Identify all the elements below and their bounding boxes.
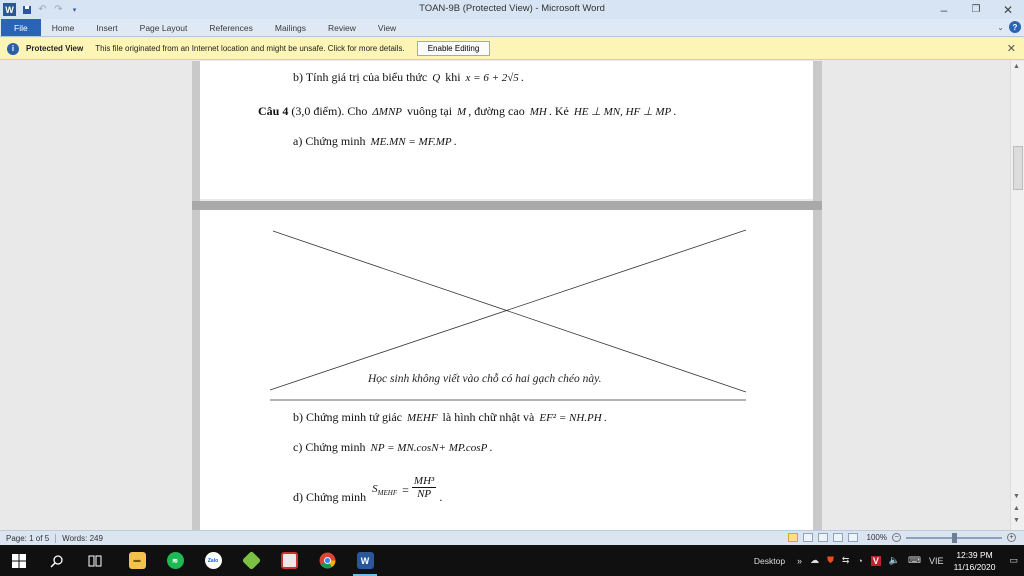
network-device-icon[interactable]: ⇆: [842, 555, 850, 566]
paint-icon[interactable]: [270, 545, 308, 576]
wifi-icon[interactable]: ◔: [857, 556, 862, 566]
vertical-scrollbar[interactable]: ▲ ▼ ▲ ▼: [1010, 61, 1024, 530]
title-bar: W ↶ ↷ ▾ TOAN-9B (Protected View) - Micro…: [0, 0, 1024, 19]
question-4a: a) Chứng minh ME.MN = MF.MP.: [293, 134, 457, 148]
minimize-button[interactable]: –: [928, 0, 960, 19]
start-button[interactable]: [0, 545, 38, 576]
question-3b: b) Tính giá trị của biểu thức Q khi x = …: [293, 70, 524, 84]
ribbon-tabs: File Home Insert Page Layout References …: [0, 19, 1024, 37]
prev-page-icon[interactable]: ▲: [1013, 505, 1020, 512]
zalo-icon[interactable]: Zalo: [194, 545, 232, 576]
desktop-toolbar-label[interactable]: Desktop: [754, 556, 785, 566]
protected-view-title: Protected View: [26, 44, 84, 53]
page-edge-right: [813, 61, 822, 201]
page-1[interactable]: b) Tính giá trị của biểu thức Q khi x = …: [200, 61, 813, 199]
scroll-thumb[interactable]: [1013, 146, 1023, 190]
tab-insert[interactable]: Insert: [85, 19, 128, 36]
save-icon[interactable]: [21, 4, 32, 15]
page-2[interactable]: Học sinh không viết vào chỗ có hai gạch …: [200, 210, 813, 530]
tab-mailings[interactable]: Mailings: [264, 19, 317, 36]
page-edge-right-2: [813, 210, 822, 530]
file-explorer-icon[interactable]: ▬: [118, 545, 156, 576]
zoom-level[interactable]: 100%: [867, 533, 887, 542]
question-4d: d) Chứng minh SMEHF = MH³ NP .: [293, 475, 443, 504]
no-write-note: Học sinh không viết vào chỗ có hai gạch …: [368, 373, 602, 385]
tab-home[interactable]: Home: [41, 19, 86, 36]
close-bar-icon[interactable]: ✕: [1007, 42, 1016, 55]
scroll-up-icon[interactable]: ▲: [1013, 63, 1020, 70]
zoom-out-icon[interactable]: −: [892, 533, 901, 542]
security-shield-icon[interactable]: ⛊: [827, 555, 834, 566]
window-title: TOAN-9B (Protected View) - Microsoft Wor…: [419, 3, 605, 14]
zoom-slider[interactable]: [906, 532, 1002, 543]
windows-logo-icon: [12, 553, 26, 568]
question-4c: c) Chứng minh NP = MN.cosN+ MP.cosP.: [293, 440, 493, 454]
spotify-icon[interactable]: ≋: [156, 545, 194, 576]
word-taskbar-icon[interactable]: W: [346, 545, 384, 576]
notifications-icon[interactable]: ▭: [1009, 555, 1018, 566]
protected-view-bar: i Protected View This file originated fr…: [0, 38, 1024, 60]
status-bar: Page: 1 of 5 Words: 249 100% − +: [0, 530, 1024, 545]
protected-view-message[interactable]: This file originated from an Internet lo…: [95, 44, 405, 53]
tab-view[interactable]: View: [367, 19, 407, 36]
tab-references[interactable]: References: [198, 19, 263, 36]
zoom-in-icon[interactable]: +: [1007, 533, 1016, 542]
show-hidden-icons-icon[interactable]: »: [797, 556, 802, 566]
tab-review[interactable]: Review: [317, 19, 367, 36]
cloud-icon[interactable]: ☁: [810, 555, 819, 566]
search-icon[interactable]: [38, 545, 76, 576]
system-tray: Desktop » ☁ ⛊ ⇆ ◔ V 🔈 ⌨ VIE 12:39 PM 11/…: [754, 545, 1024, 576]
undo-icon[interactable]: ↶: [37, 4, 48, 15]
task-view-icon[interactable]: [76, 545, 114, 576]
enable-editing-button[interactable]: Enable Editing: [416, 41, 491, 56]
info-icon: i: [7, 42, 19, 55]
help-icon[interactable]: ?: [1009, 21, 1021, 33]
tab-file[interactable]: File: [1, 19, 41, 36]
chrome-icon[interactable]: [308, 545, 346, 576]
status-separator: [55, 533, 57, 543]
close-button[interactable]: ✕: [992, 0, 1024, 19]
page-count[interactable]: Page: 1 of 5: [6, 534, 49, 543]
volume-icon[interactable]: 🔈: [889, 555, 900, 566]
web-layout-button[interactable]: [817, 533, 828, 542]
draft-button[interactable]: [847, 533, 858, 542]
clock-time: 12:39 PM: [956, 549, 993, 560]
windows-taskbar: ▬ ≋ Zalo W Desktop » ☁ ⛊ ⇆ ◔ V 🔈 ⌨ VIE 1…: [0, 545, 1024, 576]
question-4b: b) Chứng minh tứ giác MEHF là hình chữ n…: [293, 410, 607, 424]
expand-ribbon-icon[interactable]: ⌄: [997, 23, 1004, 32]
language-indicator[interactable]: VIE: [929, 556, 944, 566]
next-page-icon[interactable]: ▼: [1013, 517, 1020, 524]
scroll-down-icon[interactable]: ▼: [1013, 493, 1020, 500]
question-4: Câu 4 (3,0 điểm). Cho ΔMNP vuông tại M, …: [258, 104, 677, 118]
outline-button[interactable]: [832, 533, 843, 542]
clock[interactable]: 12:39 PM 11/16/2020: [954, 549, 996, 573]
page-edge-left-2: [192, 210, 200, 530]
document-area[interactable]: b) Tính giá trị của biểu thức Q khi x = …: [0, 61, 1010, 530]
word-app-icon[interactable]: W: [3, 3, 16, 16]
vpn-icon[interactable]: V: [870, 555, 881, 566]
keyboard-icon[interactable]: ⌨: [908, 555, 921, 566]
page-edge-left: [192, 61, 200, 201]
word-count[interactable]: Words: 249: [62, 534, 103, 543]
page-gap: [192, 201, 822, 210]
bluestacks-icon[interactable]: [232, 545, 270, 576]
print-layout-button[interactable]: [787, 533, 798, 542]
full-screen-reading-button[interactable]: [802, 533, 813, 542]
redo-icon[interactable]: ↷: [53, 4, 64, 15]
customize-qat-icon[interactable]: ▾: [69, 4, 80, 15]
maximize-button[interactable]: ❐: [960, 0, 992, 19]
tab-page-layout[interactable]: Page Layout: [129, 19, 199, 36]
clock-date: 11/16/2020: [953, 561, 996, 572]
zoom-slider-knob[interactable]: [952, 532, 957, 543]
